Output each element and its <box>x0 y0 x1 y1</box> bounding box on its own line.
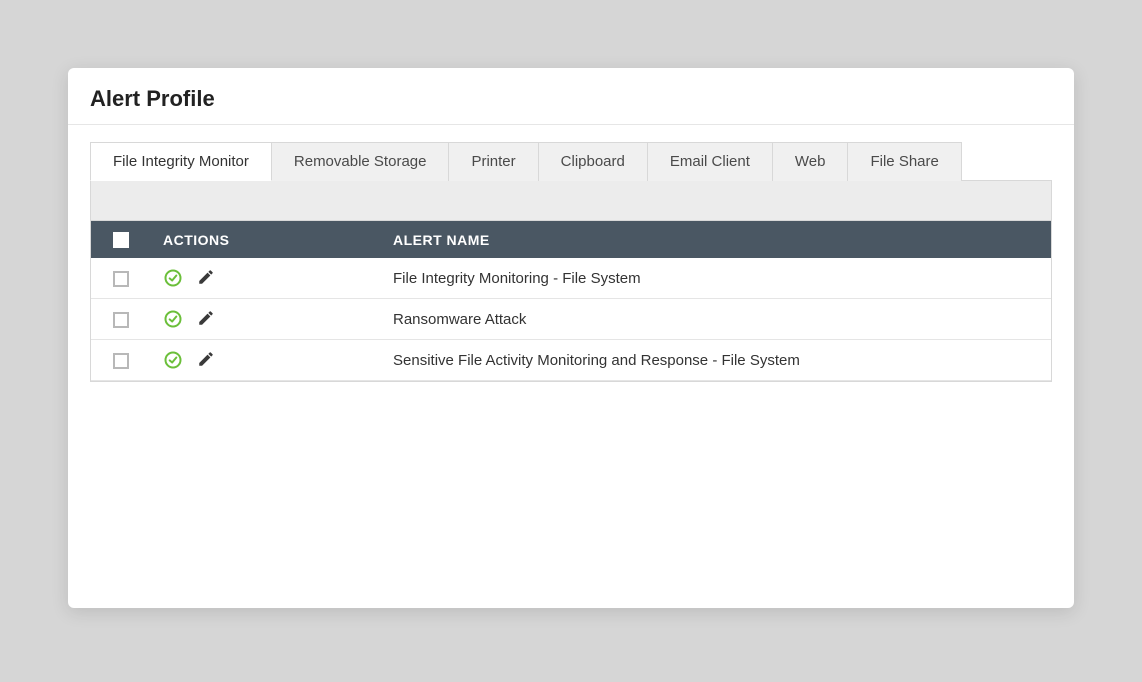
tab-label: File Integrity Monitor <box>113 153 249 170</box>
tab-clipboard[interactable]: Clipboard <box>539 142 648 181</box>
row-checkbox[interactable] <box>113 271 129 287</box>
tab-removable-storage[interactable]: Removable Storage <box>272 142 450 181</box>
table-header-row: ACTIONS ALERT NAME <box>91 221 1051 258</box>
check-circle-icon[interactable] <box>163 350 183 370</box>
alert-name-cell: Ransomware Attack <box>381 299 1051 340</box>
alert-profile-panel: Alert Profile File Integrity Monitor Rem… <box>68 68 1074 608</box>
check-circle-icon[interactable] <box>163 309 183 329</box>
toolbar-strip <box>91 181 1051 221</box>
content-frame: ACTIONS ALERT NAME <box>90 180 1052 382</box>
tab-file-share[interactable]: File Share <box>848 142 961 181</box>
alerts-table: ACTIONS ALERT NAME <box>91 221 1051 381</box>
page-title: Alert Profile <box>68 68 1074 125</box>
table-row: File Integrity Monitoring - File System <box>91 258 1051 299</box>
select-all-checkbox[interactable] <box>113 232 129 248</box>
row-actions <box>163 268 369 288</box>
row-checkbox[interactable] <box>113 312 129 328</box>
tab-label: File Share <box>870 153 938 170</box>
row-actions <box>163 350 369 370</box>
tab-label: Web <box>795 153 826 170</box>
pencil-icon[interactable] <box>197 350 217 370</box>
check-circle-icon[interactable] <box>163 268 183 288</box>
row-checkbox[interactable] <box>113 353 129 369</box>
tab-label: Clipboard <box>561 153 625 170</box>
pencil-icon[interactable] <box>197 268 217 288</box>
alert-name-cell: File Integrity Monitoring - File System <box>381 258 1051 299</box>
row-actions <box>163 309 369 329</box>
table-row: Ransomware Attack <box>91 299 1051 340</box>
tab-label: Email Client <box>670 153 750 170</box>
tab-printer[interactable]: Printer <box>449 142 538 181</box>
tab-email-client[interactable]: Email Client <box>648 142 773 181</box>
header-actions: ACTIONS <box>151 221 381 258</box>
tab-web[interactable]: Web <box>773 142 849 181</box>
header-alert-name: ALERT NAME <box>381 221 1051 258</box>
tab-file-integrity-monitor[interactable]: File Integrity Monitor <box>90 142 272 181</box>
table-row: Sensitive File Activity Monitoring and R… <box>91 340 1051 381</box>
tab-bar: File Integrity Monitor Removable Storage… <box>90 141 1074 180</box>
alert-name-cell: Sensitive File Activity Monitoring and R… <box>381 340 1051 381</box>
header-select-all[interactable] <box>91 221 151 258</box>
pencil-icon[interactable] <box>197 309 217 329</box>
tab-label: Removable Storage <box>294 153 427 170</box>
tab-label: Printer <box>471 153 515 170</box>
